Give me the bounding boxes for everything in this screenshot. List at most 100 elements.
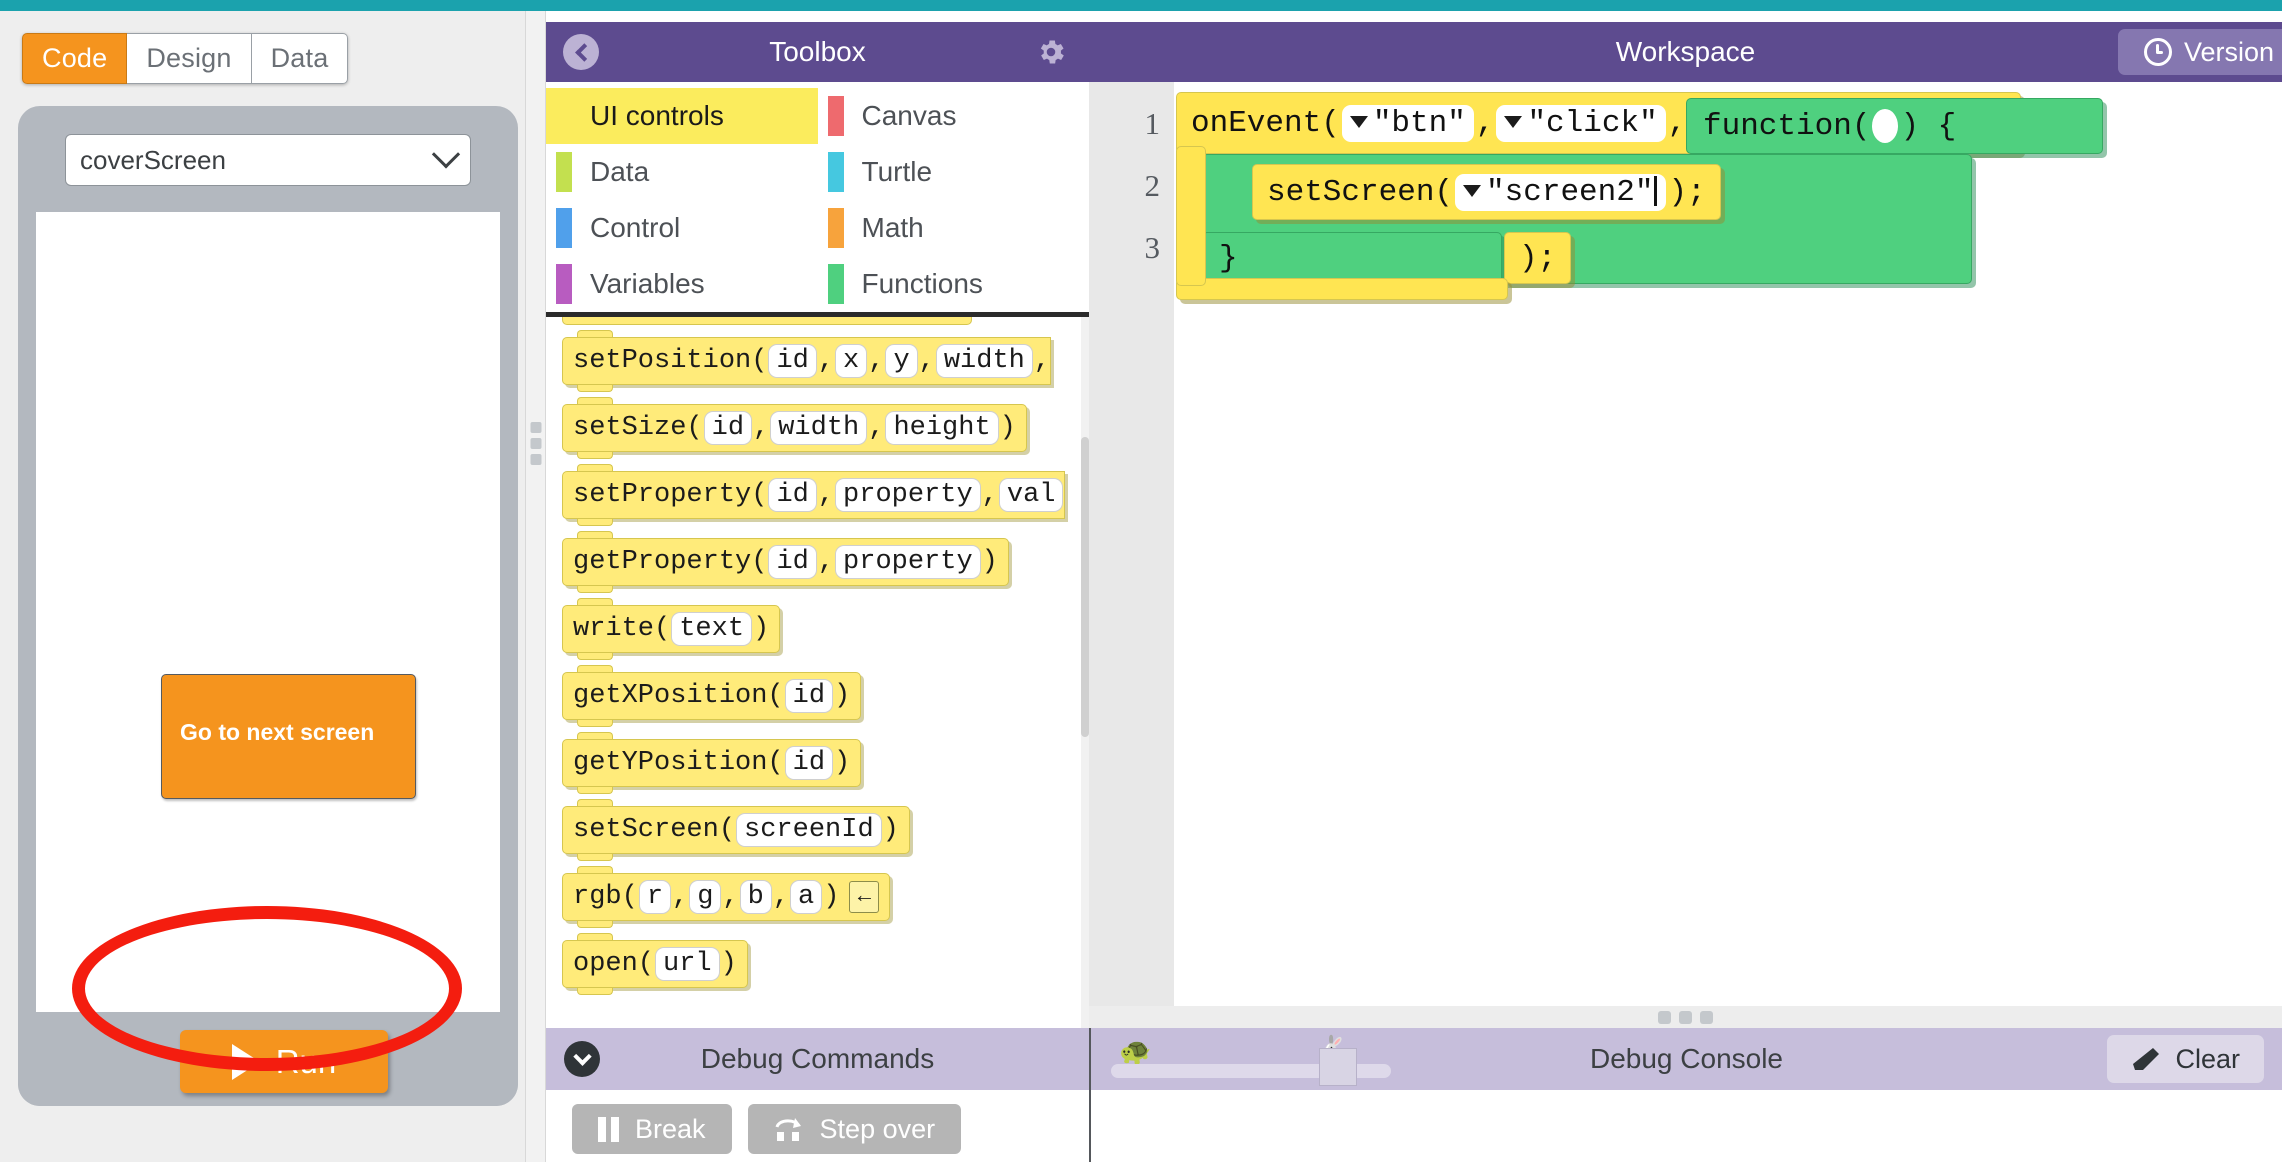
text-cursor <box>1654 176 1658 207</box>
block-notch-icon <box>577 798 613 806</box>
block-param-field[interactable]: g <box>689 879 722 914</box>
block-text: setScreen( <box>573 814 736 845</box>
block-param-field[interactable]: id <box>768 343 817 378</box>
toolbox-block-open[interactable]: open(url) <box>562 932 748 995</box>
version-history-button[interactable]: Version <box>2117 29 2282 75</box>
block-param-field[interactable]: url <box>655 946 720 981</box>
run-button[interactable]: Run <box>180 1030 388 1093</box>
block-param-field[interactable]: text <box>671 611 753 646</box>
panel-resize-handle-horizontal[interactable] <box>1089 1006 2282 1028</box>
toolbox-block-rgb[interactable]: rgb(r, g, b, a) ← <box>562 865 891 928</box>
clear-button-label: Clear <box>2175 1043 2240 1074</box>
block-onevent-tail-text: ); <box>1519 240 1557 276</box>
block-param-field[interactable]: a <box>790 879 823 914</box>
toolbox-block-setproperty[interactable]: setProperty(id, property, val <box>562 463 1066 526</box>
toolbox-header: Toolbox <box>546 22 1089 82</box>
tab-code[interactable]: Code <box>22 33 128 84</box>
toolbox-block-setposition[interactable]: setPosition(id, x, y, width, <box>562 329 1052 392</box>
category-color-swatch <box>556 208 572 248</box>
block-param-field[interactable]: b <box>739 879 772 914</box>
block-param-field[interactable]: width <box>935 343 1033 378</box>
block-text: , <box>1033 345 1051 376</box>
toolbox-category-variables[interactable]: Variables <box>546 256 818 312</box>
block-param-field[interactable]: y <box>885 343 918 378</box>
block-text: ) <box>823 881 840 912</box>
block-notch-icon <box>577 652 613 660</box>
toolbox-category-ui-controls[interactable]: UI controls <box>546 88 818 144</box>
block-notch-icon <box>577 719 613 727</box>
toolbox-block-setscreen[interactable]: setScreen(screenId) <box>562 798 910 861</box>
gear-icon[interactable] <box>1035 36 1067 68</box>
step-over-button[interactable]: Step over <box>747 1104 962 1154</box>
block-param-field[interactable]: width <box>770 410 868 445</box>
block-param-field[interactable]: id <box>784 745 834 780</box>
block-param-field[interactable]: id <box>768 477 817 512</box>
block-onevent-arg1-dropdown[interactable]: "btn" <box>1341 104 1474 142</box>
block-function-header[interactable]: function( ) { <box>1686 98 2104 154</box>
block-text: open( <box>573 948 655 979</box>
tab-design[interactable]: Design <box>127 33 252 84</box>
block-function-close-brace[interactable]: } <box>1202 232 1502 284</box>
block-function-open: function( <box>1703 108 1871 144</box>
toolbox-category-math[interactable]: Math <box>818 200 1090 256</box>
block-canvas[interactable]: onEvent( "btn" , "click" , function( ) { <box>1174 82 2282 1006</box>
block-text: ) <box>882 814 899 845</box>
tab-data[interactable]: Data <box>251 33 349 84</box>
execution-speed-slider[interactable]: 🐢 🐇 <box>1111 1034 1391 1086</box>
toolbox-category-functions[interactable]: Functions <box>818 256 1090 312</box>
block-collapse-arrow-icon[interactable]: ← <box>849 880 880 913</box>
toolbox-category-turtle[interactable]: Turtle <box>818 144 1090 200</box>
block-param-field[interactable]: id <box>768 544 817 579</box>
clear-console-button[interactable]: Clear <box>2107 1035 2264 1083</box>
toolbox-block-write[interactable]: write(text) <box>562 597 781 660</box>
block-param-field[interactable]: property <box>835 477 981 512</box>
chevron-down-icon <box>431 140 461 169</box>
block-param-field[interactable]: x <box>835 343 868 378</box>
block-notch-icon <box>577 585 613 593</box>
block-setscreen[interactable]: setScreen( "screen2" ); <box>1252 164 1721 220</box>
workspace-code-area[interactable]: 1 2 3 onEvent( "btn" , "click" , functio… <box>1089 82 2282 1006</box>
block-partial-above <box>562 317 972 325</box>
block-param-field[interactable]: id <box>703 410 753 445</box>
toolbox-block-getxposition[interactable]: getXPosition(id) <box>562 664 862 727</box>
block-text: , <box>981 479 998 510</box>
screen-selector[interactable]: coverScreen <box>65 134 471 186</box>
chevron-down-icon[interactable] <box>564 1041 600 1077</box>
block-param-field[interactable]: screenId <box>736 812 882 847</box>
toolbox-block-list[interactable]: setPosition(id, x, y, width, setSize(id, … <box>546 317 1089 1071</box>
block-onevent-arg2-dropdown[interactable]: "click" <box>1496 104 1666 142</box>
block-param-field[interactable]: id <box>784 678 834 713</box>
toolbox-category-control[interactable]: Control <box>546 200 818 256</box>
toolbox-category-data[interactable]: Data <box>546 144 818 200</box>
chevron-left-icon[interactable] <box>563 34 599 70</box>
block-function-close: ) { <box>1900 108 1957 144</box>
block-param-field[interactable]: r <box>638 879 672 914</box>
category-label: Data <box>590 156 650 187</box>
category-label: Canvas <box>861 100 957 131</box>
category-label: Turtle <box>861 156 933 187</box>
block-notch-icon <box>577 664 613 672</box>
panel-resize-handle-vertical[interactable] <box>525 11 546 1162</box>
toolbox-scrollbar-thumb[interactable] <box>1081 437 1089 737</box>
toolbox-block-getyposition[interactable]: getYPosition(id) <box>562 731 862 794</box>
block-param-field[interactable]: val <box>998 477 1064 512</box>
category-label: Variables <box>590 268 705 299</box>
block-text: ) <box>834 680 851 711</box>
block-onevent-tail[interactable]: ); <box>1504 232 1572 284</box>
block-text: , <box>722 881 739 912</box>
block-param-field[interactable]: height <box>885 410 999 445</box>
block-notch-icon <box>577 920 613 928</box>
speed-slider-thumb[interactable] <box>1319 1048 1357 1086</box>
toolbox-category-canvas[interactable]: Canvas <box>818 88 1090 144</box>
block-text: , <box>918 345 935 376</box>
block-param-field[interactable]: property <box>835 544 981 579</box>
toolbox-scrollbar[interactable] <box>1081 317 1089 1071</box>
category-label: Math <box>861 212 924 243</box>
block-setscreen-arg-dropdown[interactable]: "screen2" <box>1455 173 1667 211</box>
toolbox-block-getproperty[interactable]: getProperty(id, property) <box>562 530 1009 593</box>
function-params-slot[interactable] <box>1872 109 1899 143</box>
block-notch-icon <box>577 396 613 404</box>
app-button-go-to-next-screen[interactable]: Go to next screen <box>161 674 416 799</box>
break-button[interactable]: Break <box>572 1104 732 1154</box>
toolbox-block-setsize[interactable]: setSize(id, width, height) <box>562 396 1027 459</box>
